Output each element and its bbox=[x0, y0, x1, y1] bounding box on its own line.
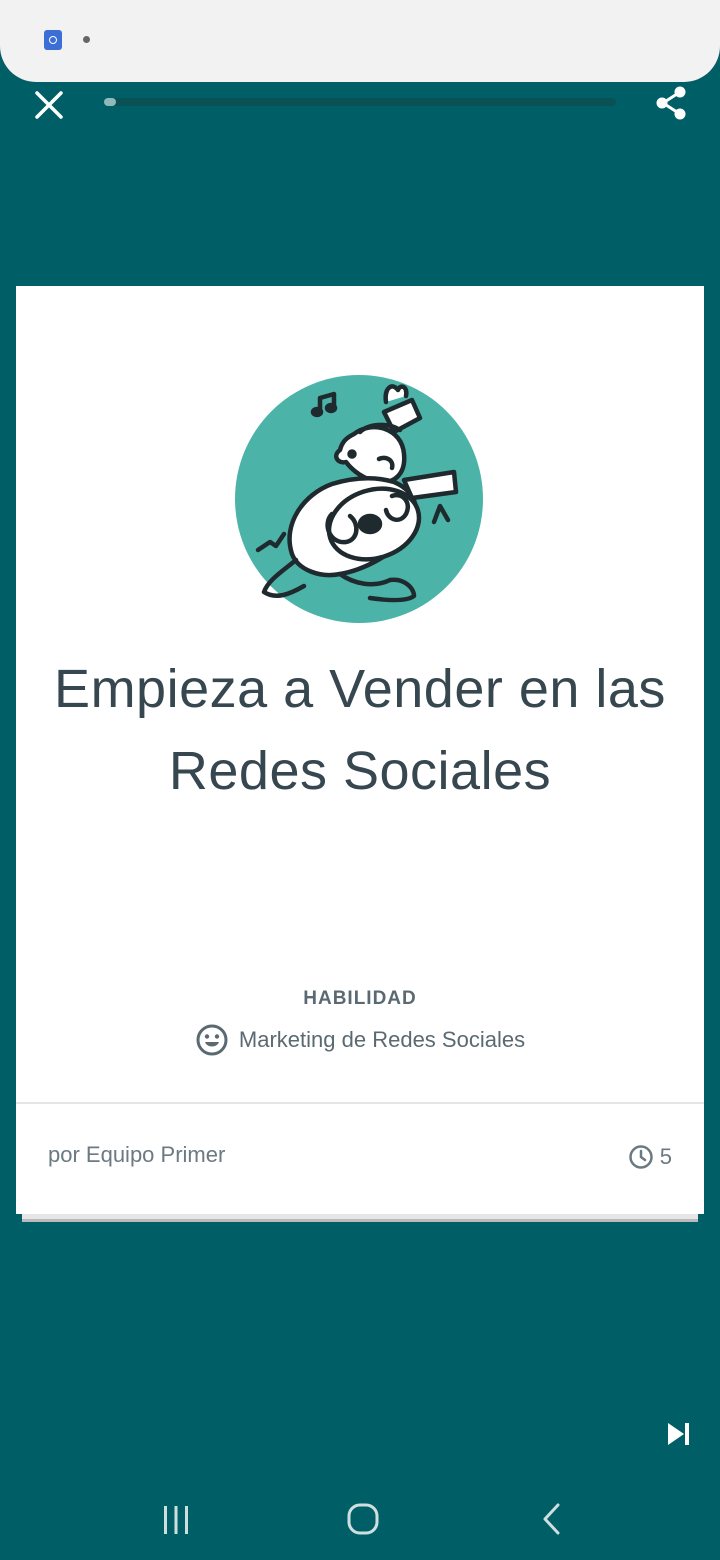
nav-recents-button[interactable] bbox=[158, 1502, 194, 1538]
share-button[interactable] bbox=[650, 82, 694, 126]
system-navigation-bar bbox=[0, 1480, 720, 1560]
close-button[interactable] bbox=[30, 86, 68, 124]
home-icon bbox=[347, 1503, 379, 1535]
lesson-card[interactable]: Empieza a Vender en las Redes Sociales H… bbox=[16, 286, 704, 1214]
skill-name: Marketing de Redes Sociales bbox=[238, 1027, 526, 1052]
nav-home-button[interactable] bbox=[344, 1500, 382, 1538]
status-bar bbox=[0, 0, 720, 82]
lesson-duration: 5 bbox=[628, 1142, 672, 1172]
lesson-progress-fill bbox=[104, 98, 116, 106]
skill-row: Marketing de Redes Sociales bbox=[16, 1022, 704, 1058]
notification-app-icon bbox=[44, 30, 62, 50]
lesson-title: Empieza a Vender en las Redes Sociales bbox=[54, 659, 666, 801]
share-icon bbox=[656, 86, 686, 120]
skill-label: HABILIDAD bbox=[303, 988, 417, 1009]
skip-next-button[interactable] bbox=[662, 1418, 696, 1450]
notification-dot-icon bbox=[83, 36, 90, 43]
recents-icon bbox=[164, 1506, 188, 1534]
musician-illustration-icon bbox=[235, 375, 483, 623]
lesson-progress-bar bbox=[104, 98, 616, 106]
back-icon bbox=[543, 1503, 560, 1535]
clock-icon bbox=[629, 1145, 653, 1169]
author-credit: por Equipo Primer bbox=[48, 1142, 226, 1167]
lesson-top-bar bbox=[0, 82, 720, 126]
smiley-face-icon bbox=[196, 1024, 228, 1056]
nav-back-button[interactable] bbox=[536, 1500, 566, 1538]
duration-value: 5 bbox=[659, 1144, 672, 1169]
skip-next-icon bbox=[668, 1423, 689, 1445]
card-divider bbox=[16, 1102, 704, 1104]
close-icon bbox=[35, 91, 63, 119]
